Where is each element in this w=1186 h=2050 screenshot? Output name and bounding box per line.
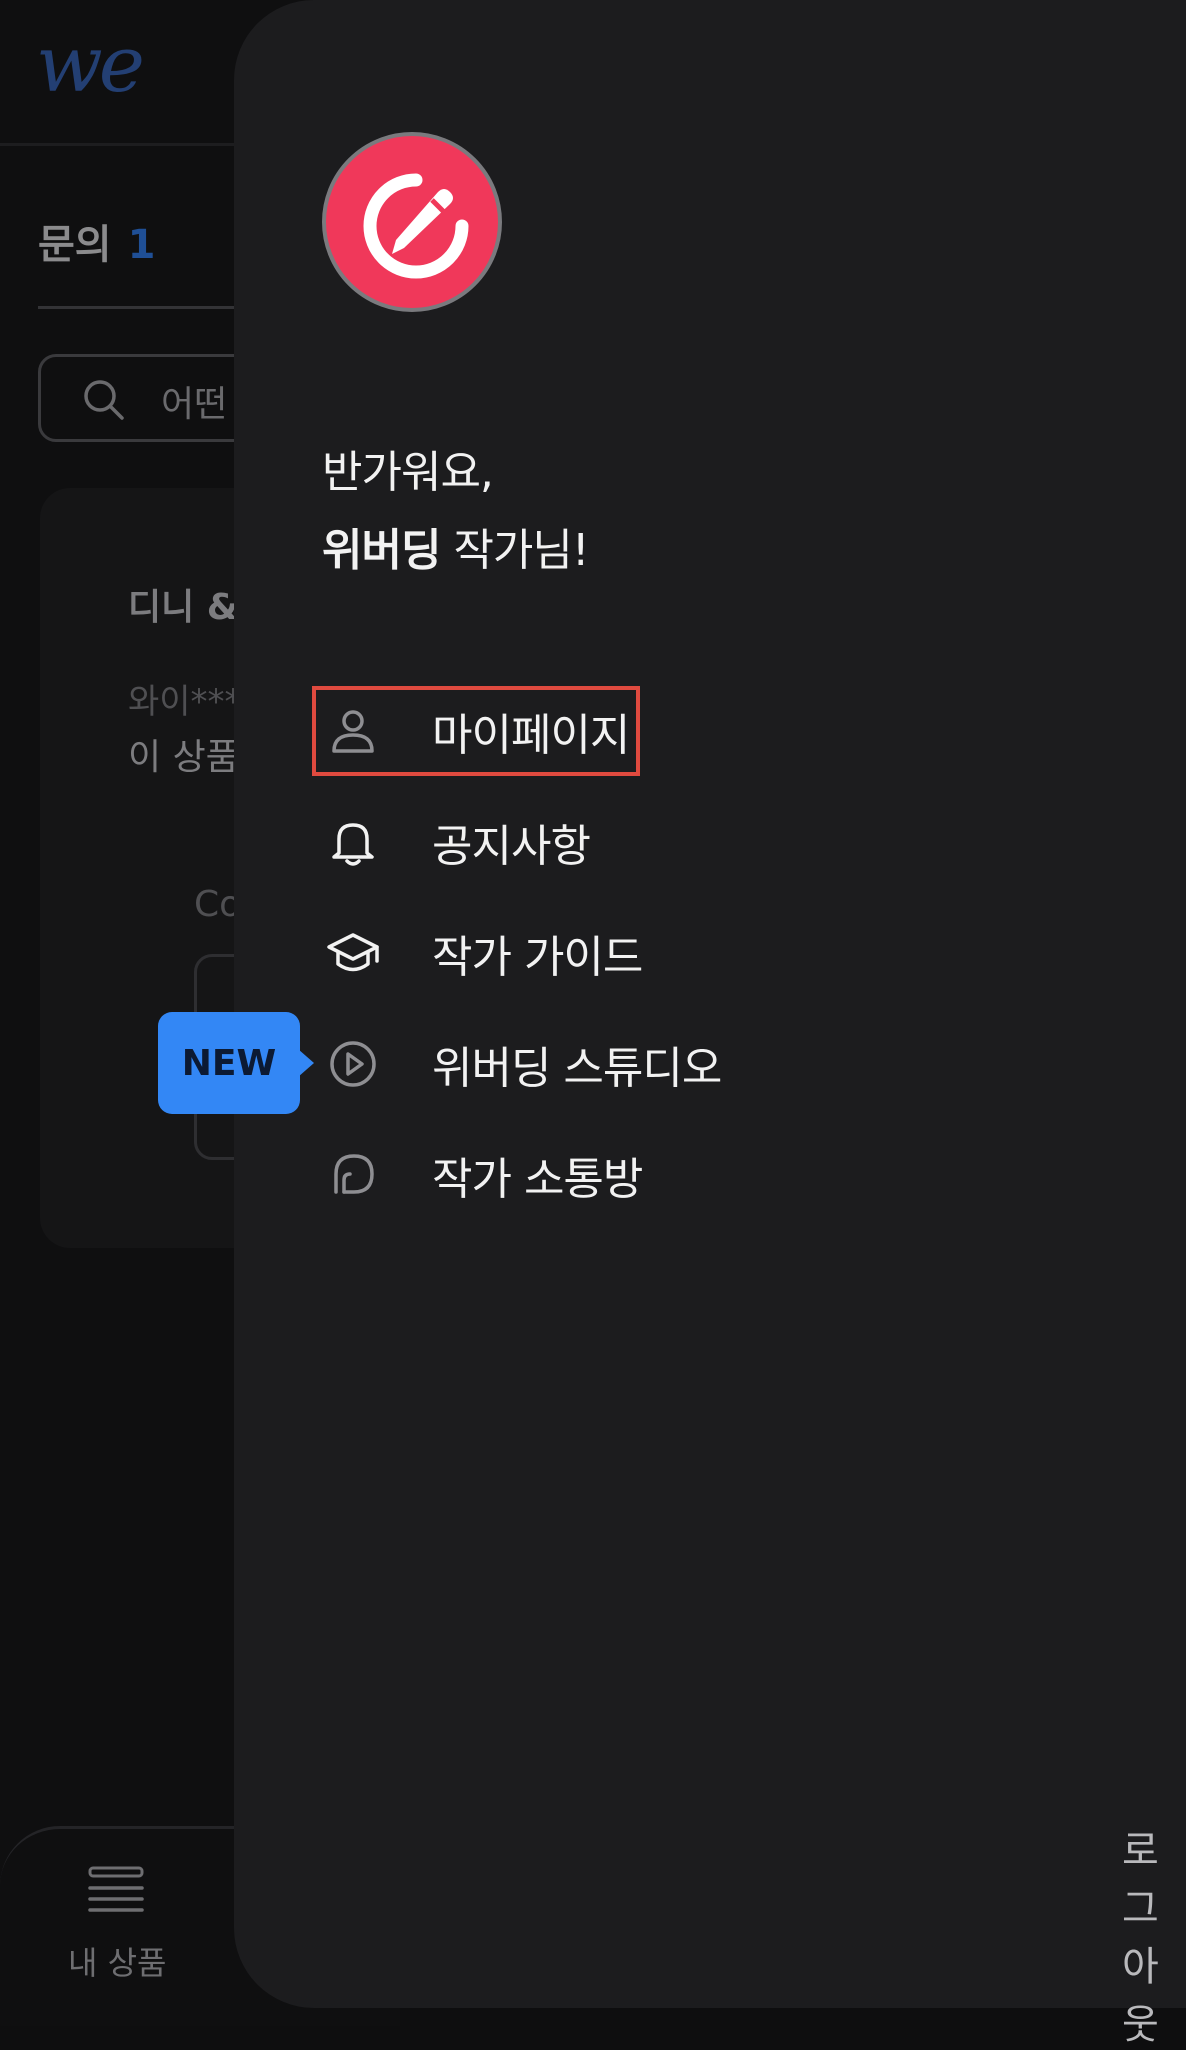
menu-label: 위버딩 스튜디오 bbox=[432, 1043, 722, 1094]
menu-item-mypage[interactable]: 마이페이지 bbox=[312, 686, 640, 776]
menu-label: 작가 소통방 bbox=[432, 1154, 643, 1205]
menu-label: 작가 가이드 bbox=[432, 932, 643, 983]
app-logo[interactable]: we bbox=[36, 26, 145, 104]
inquiry-label: 문의 bbox=[38, 222, 112, 268]
greeting-name: 위버딩 bbox=[322, 525, 441, 576]
new-badge: NEW bbox=[158, 1012, 314, 1114]
card-text: 이 상품 bbox=[128, 737, 239, 778]
card-user: 와이*** bbox=[128, 682, 242, 722]
bell-icon bbox=[324, 813, 382, 871]
logout-label: 로그아웃 bbox=[1122, 1828, 1159, 2048]
chat-bubble-icon bbox=[324, 1146, 382, 1204]
menu-item-notices[interactable]: 공지사항 bbox=[312, 797, 932, 887]
greeting-line2: 위버딩 작가님! bbox=[322, 514, 590, 578]
tab-my-products[interactable]: 내 상품 bbox=[68, 1938, 167, 1984]
logout-button[interactable]: 로그아웃 bbox=[1122, 1818, 1186, 2050]
graduation-cap-icon bbox=[324, 924, 382, 982]
play-circle-icon bbox=[324, 1035, 382, 1093]
avatar[interactable] bbox=[322, 132, 502, 312]
search-placeholder: 어떤 bbox=[161, 384, 228, 425]
search-icon bbox=[81, 377, 125, 425]
card-title: 디니 & bbox=[128, 587, 239, 628]
inquiry-count: 1 bbox=[127, 222, 156, 268]
menu-item-author-community[interactable]: 작가 소통방 bbox=[312, 1130, 932, 1220]
greeting-line1: 반가워요, bbox=[322, 447, 494, 498]
inquiry-heading: 문의 1 bbox=[38, 212, 155, 270]
menu-item-studio[interactable]: 위버딩 스튜디오 bbox=[312, 1019, 932, 1109]
person-icon bbox=[324, 702, 382, 760]
drawer-menu: 마이페이지 공지사항 작가 가이드 위버딩 스튜디오 작가 소통방 bbox=[312, 686, 932, 1241]
menu-label: 공지사항 bbox=[432, 821, 591, 872]
menu-label: 마이페이지 bbox=[432, 710, 630, 761]
side-drawer: 반가워요, 위버딩 작가님! 마이페이지 공지사항 작가 가이드 위버딩 스튜디… bbox=[234, 0, 1186, 2048]
greeting-suffix: 작가님! bbox=[440, 525, 589, 576]
list-icon[interactable] bbox=[88, 1866, 144, 1920]
menu-item-author-guide[interactable]: 작가 가이드 bbox=[312, 908, 932, 998]
